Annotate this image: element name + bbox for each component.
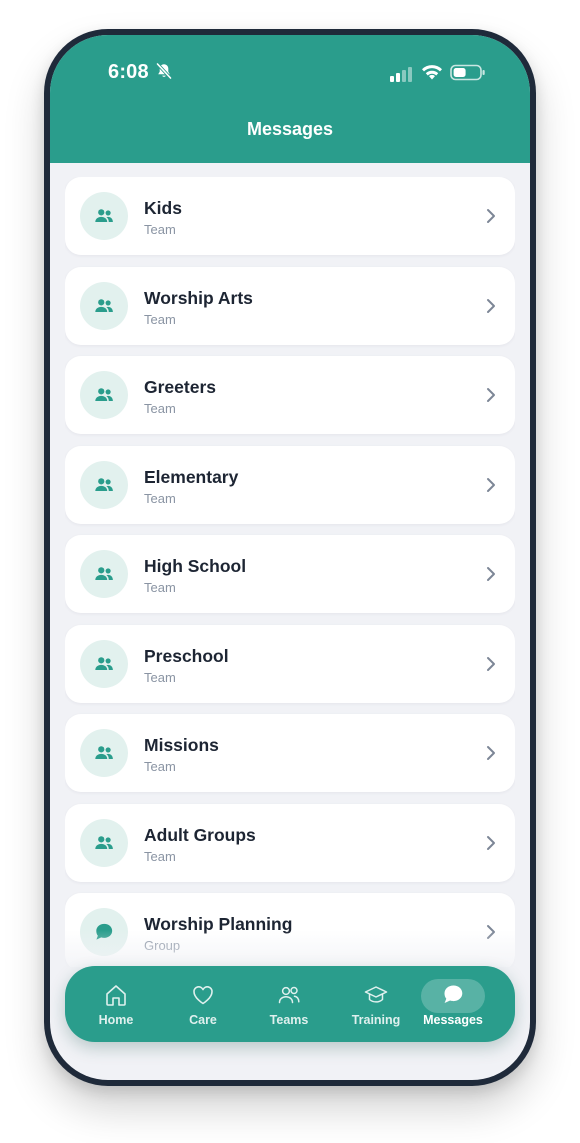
avatar xyxy=(80,460,128,509)
avatar xyxy=(80,818,128,867)
conversation-name: Adult Groups xyxy=(144,824,256,845)
tab-training[interactable]: Training xyxy=(333,966,419,1042)
team-icon xyxy=(95,835,113,849)
tab-care[interactable]: Care xyxy=(160,966,246,1042)
heart-icon xyxy=(193,986,213,1005)
tab-home[interactable]: Home xyxy=(73,966,159,1042)
chevron-right-icon xyxy=(487,925,495,939)
conversation-type: Team xyxy=(144,759,176,774)
team-icon xyxy=(95,746,113,759)
chevron-right-icon xyxy=(487,298,495,313)
chat-bubble-icon xyxy=(444,985,463,1003)
conversation-row[interactable]: Elementary Team xyxy=(65,445,515,524)
status-time: 6:08 xyxy=(108,61,149,83)
conversation-type: Team xyxy=(144,311,176,327)
conversation-name: Kids xyxy=(144,198,182,218)
conversation-type: Team xyxy=(144,401,176,416)
conversation-row[interactable]: Worship Planning Group xyxy=(65,893,515,967)
chevron-right-icon xyxy=(487,746,495,760)
page-title: Messages xyxy=(246,119,334,139)
graduation-cap-icon xyxy=(364,986,388,1003)
conversation-name: Worship Planning xyxy=(144,914,293,934)
avatar xyxy=(80,908,128,956)
avatar xyxy=(80,550,128,598)
conversation-row[interactable]: Kids Team xyxy=(65,177,515,255)
tab-bar: Home Care Teams Training Messages xyxy=(65,966,515,1042)
conversation-row[interactable]: Greeters Team xyxy=(65,356,515,434)
chevron-right-icon xyxy=(487,656,495,671)
chevron-right-icon xyxy=(487,567,495,581)
chevron-right-icon xyxy=(487,477,495,492)
team-icon xyxy=(95,477,113,491)
stage: 6:08 Messages Kids Team Worship Arts Tea… xyxy=(0,0,580,1143)
phone-frame: 6:08 Messages Kids Team Worship Arts Tea… xyxy=(44,29,536,1086)
avatar xyxy=(80,729,128,777)
conversation-type: Team xyxy=(144,490,176,506)
conversation-row[interactable]: Missions Team xyxy=(65,714,515,792)
wifi-icon xyxy=(422,65,442,80)
conversation-name: Missions xyxy=(144,735,219,755)
conversation-name: Preschool xyxy=(144,645,229,666)
screen: 6:08 Messages Kids Team Worship Arts Tea… xyxy=(50,35,530,1080)
conversation-type: Team xyxy=(144,669,176,685)
conversation-row[interactable]: High School Team xyxy=(65,535,515,613)
chevron-right-icon xyxy=(487,209,495,223)
conversation-name: High School xyxy=(144,556,247,576)
tab-training-label: Training xyxy=(351,1013,401,1027)
conversation-type: Group xyxy=(144,938,181,953)
tab-messages[interactable]: Messages xyxy=(420,966,486,1042)
tab-messages-label: Messages xyxy=(423,1013,483,1027)
team-icon xyxy=(95,656,113,670)
tab-teams[interactable]: Teams xyxy=(246,966,332,1042)
tab-care-label: Care xyxy=(189,1013,217,1027)
people-icon xyxy=(278,986,300,1004)
conversation-row[interactable]: Preschool Team xyxy=(65,624,515,703)
bell-mute-icon xyxy=(156,62,172,80)
conversation-name: Greeters xyxy=(144,377,216,397)
conversation-type: Team xyxy=(144,848,176,864)
avatar xyxy=(80,639,128,688)
avatar xyxy=(80,281,128,330)
chevron-right-icon xyxy=(487,388,495,402)
home-icon xyxy=(106,985,126,1006)
team-icon xyxy=(95,298,113,312)
tab-home-label: Home xyxy=(98,1013,134,1027)
conversation-row[interactable]: Worship Arts Team xyxy=(65,266,515,345)
conversation-list[interactable]: Kids Team Worship Arts Team Greeters Tea… xyxy=(65,177,515,967)
conversation-type: Team xyxy=(144,222,176,237)
conversation-row[interactable]: Adult Groups Team xyxy=(65,803,515,882)
conversation-type: Team xyxy=(144,580,176,595)
cellular-signal-icon xyxy=(390,67,412,82)
tab-teams-label: Teams xyxy=(269,1013,309,1027)
battery-icon xyxy=(450,64,485,81)
chat-bubble-icon xyxy=(96,923,113,940)
avatar xyxy=(80,371,128,419)
team-icon xyxy=(95,209,113,222)
conversation-name: Elementary xyxy=(144,466,239,487)
avatar xyxy=(80,192,128,240)
app-header: 6:08 Messages xyxy=(50,35,530,163)
team-icon xyxy=(95,567,113,580)
chevron-right-icon xyxy=(487,835,495,850)
conversation-name: Worship Arts xyxy=(144,287,253,308)
team-icon xyxy=(95,388,113,401)
